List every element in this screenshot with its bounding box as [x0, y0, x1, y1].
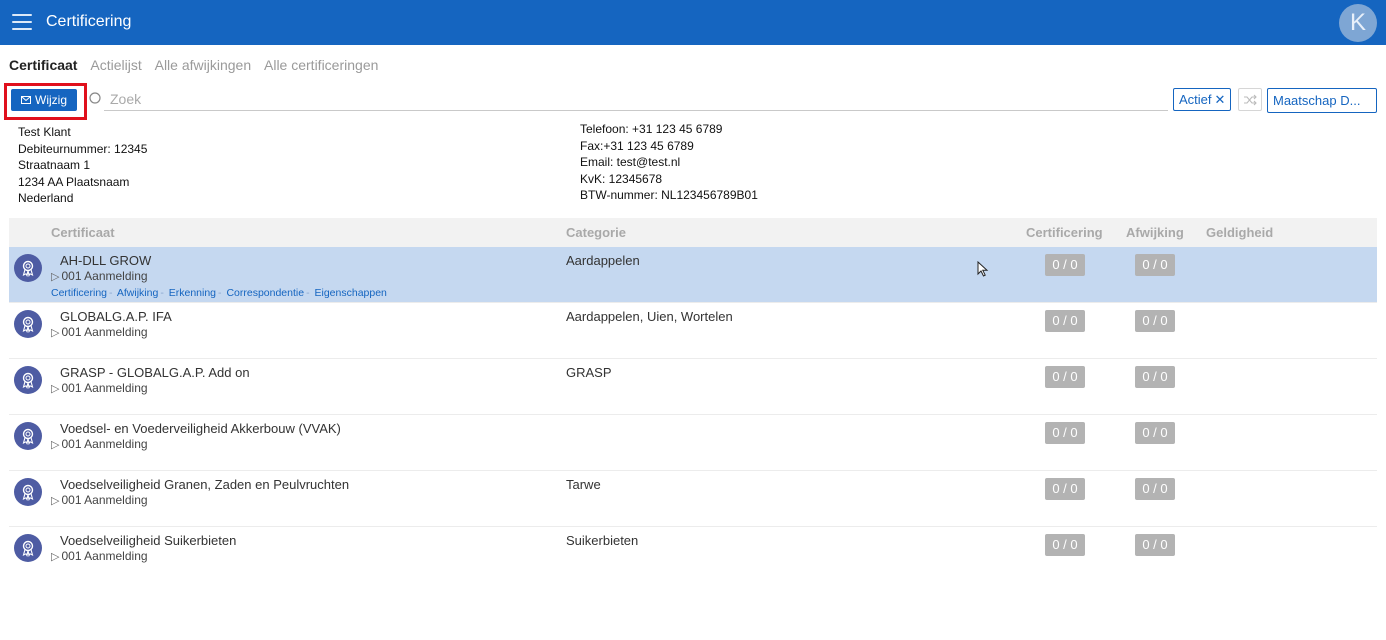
certificate-category: GRASP: [566, 365, 612, 380]
tab-alle-afwijkingen[interactable]: Alle afwijkingen: [155, 57, 252, 73]
shuffle-button[interactable]: [1238, 88, 1262, 111]
close-icon[interactable]: ✕: [1215, 92, 1226, 107]
certificate-status[interactable]: ▷ 001 Aanmelding: [51, 493, 148, 507]
table-row[interactable]: AH-DLL GROW ▷ 001 Aanmelding Aardappelen …: [9, 247, 1377, 303]
customer-debtor-number: Debiteurnummer: 12345: [18, 141, 148, 156]
certificering-count-badge: 0 / 0: [1045, 310, 1085, 332]
search-input[interactable]: [104, 88, 1168, 111]
play-icon: ▷: [51, 495, 60, 507]
certificate-status-label: 001 Aanmelding: [61, 381, 148, 395]
hamburger-icon[interactable]: [12, 14, 32, 30]
certificate-status-label: 001 Aanmelding: [61, 325, 148, 339]
play-icon: ▷: [51, 383, 60, 395]
certificate-name: GRASP - GLOBALG.A.P. Add on: [60, 365, 250, 380]
tab-bar: Certificaat Actielijst Alle afwijkingen …: [9, 57, 387, 73]
customer-street: Straatnaam 1: [18, 158, 91, 172]
certificate-name: GLOBALG.A.P. IFA: [60, 309, 172, 324]
afwijking-count-badge: 0 / 0: [1135, 310, 1175, 332]
search-icon: [89, 92, 101, 104]
certificate-status-label: 001 Aanmelding: [61, 269, 148, 283]
certificate-status-label: 001 Aanmelding: [61, 549, 148, 563]
column-header-geldigheid[interactable]: Geldigheid: [1206, 225, 1273, 240]
table-row[interactable]: Voedsel- en Voederveiligheid Akkerbouw (…: [9, 415, 1377, 471]
certificate-category: Aardappelen: [566, 253, 640, 268]
certificate-name: AH-DLL GROW: [60, 253, 152, 268]
link-eigenschappen[interactable]: Eigenschappen: [315, 287, 387, 299]
certificate-ribbon-icon: [14, 422, 42, 450]
table-row[interactable]: Voedselveiligheid Granen, Zaden en Peulv…: [9, 471, 1377, 527]
play-icon: ▷: [51, 327, 60, 339]
afwijking-count-badge: 0 / 0: [1135, 422, 1175, 444]
afwijking-count-badge: 0 / 0: [1135, 534, 1175, 556]
certificate-status[interactable]: ▷ 001 Aanmelding: [51, 549, 148, 563]
certificate-ribbon-icon: [14, 366, 42, 394]
afwijking-count-badge: 0 / 0: [1135, 254, 1175, 276]
column-header-certificering[interactable]: Certificering: [1026, 225, 1103, 240]
customer-email: Email: test@test.nl: [580, 155, 681, 169]
tab-actielijst[interactable]: Actielijst: [90, 57, 141, 73]
row-action-links: Certificering - Afwijking - Erkenning - Cor…: [51, 287, 387, 299]
app-title: Certificering: [46, 13, 132, 30]
certificate-status[interactable]: ▷ 001 Aanmelding: [51, 325, 148, 339]
tab-alle-certificeringen[interactable]: Alle certificeringen: [264, 57, 378, 73]
certificate-category: Suikerbieten: [566, 533, 639, 548]
table-row[interactable]: Voedselveiligheid Suikerbieten ▷ 001 Aanm…: [9, 527, 1377, 583]
link-correspondentie[interactable]: Correspondentie: [226, 287, 304, 299]
shuffle-icon: [1244, 94, 1257, 105]
customer-kvk: KvK: 12345678: [580, 171, 663, 186]
customer-fax: Fax:+31 123 45 6789: [580, 138, 694, 153]
certificate-ribbon-icon: [14, 310, 42, 338]
customer-country: Nederland: [18, 191, 74, 205]
mail-icon: [21, 96, 31, 104]
afwijking-count-badge: 0 / 0: [1135, 478, 1175, 500]
maatschap-select[interactable]: Maatschap D...: [1267, 88, 1377, 113]
link-certificering[interactable]: Certificering: [51, 287, 107, 299]
certificering-count-badge: 0 / 0: [1045, 366, 1085, 388]
certificate-ribbon-icon: [14, 534, 42, 562]
column-header-afwijking[interactable]: Afwijking: [1126, 225, 1184, 240]
play-icon: ▷: [51, 439, 60, 451]
filter-chip-actief[interactable]: Actief ✕: [1173, 88, 1232, 111]
edit-button[interactable]: Wijzig: [11, 89, 77, 111]
link-afwijking[interactable]: Afwijking: [117, 287, 158, 299]
table-row[interactable]: GLOBALG.A.P. IFA ▷ 001 Aanmelding Aardapp…: [9, 303, 1377, 359]
certificate-name: Voedselveiligheid Granen, Zaden en Peulv…: [60, 477, 350, 492]
certificate-status-label: 001 Aanmelding: [61, 493, 148, 507]
certificate-status-label: 001 Aanmelding: [61, 437, 148, 451]
customer-contact: Telefoon: +31 123 45 6789 Fax:+31 123 45…: [580, 121, 758, 204]
certificering-count-badge: 0 / 0: [1045, 478, 1085, 500]
avatar[interactable]: K: [1339, 4, 1377, 42]
tab-certificaat[interactable]: Certificaat: [9, 57, 77, 73]
certificate-category: Aardappelen, Uien, Wortelen: [566, 309, 733, 324]
certificate-name: Voedselveiligheid Suikerbieten: [60, 533, 237, 548]
customer-address: Test Klant Debiteurnummer: 12345 Straatn…: [18, 124, 147, 207]
certificering-count-badge: 0 / 0: [1045, 534, 1085, 556]
certificate-ribbon-icon: [14, 254, 42, 282]
customer-vat: BTW-nummer: NL123456789B01: [580, 188, 758, 202]
certificate-ribbon-icon: [14, 478, 42, 506]
customer-postal-city: 1234 AA Plaatsnaam: [18, 174, 130, 189]
certificering-count-badge: 0 / 0: [1045, 422, 1085, 444]
table-row[interactable]: GRASP - GLOBALG.A.P. Add on ▷ 001 Aanmeld…: [9, 359, 1377, 415]
certificate-status[interactable]: ▷ 001 Aanmelding: [51, 269, 148, 283]
link-erkenning[interactable]: Erkenning: [169, 287, 216, 299]
customer-phone: Telefoon: +31 123 45 6789: [580, 122, 723, 136]
customer-name: Test Klant: [18, 125, 71, 139]
certificate-name: Voedsel- en Voederveiligheid Akkerbouw (…: [60, 421, 341, 436]
certificering-count-badge: 0 / 0: [1045, 254, 1085, 276]
certificate-status[interactable]: ▷ 001 Aanmelding: [51, 381, 148, 395]
edit-button-label: Wijzig: [35, 93, 67, 107]
table-header: Certificaat Categorie Certificering Afwi…: [9, 218, 1377, 247]
play-icon: ▷: [51, 271, 60, 283]
certificate-category: Tarwe: [566, 477, 601, 492]
certificate-status[interactable]: ▷ 001 Aanmelding: [51, 437, 148, 451]
play-icon: ▷: [51, 551, 60, 563]
afwijking-count-badge: 0 / 0: [1135, 366, 1175, 388]
filter-chip-label: Actief: [1179, 92, 1212, 107]
column-header-categorie[interactable]: Categorie: [566, 225, 626, 240]
app-header: Certificering K: [0, 0, 1386, 45]
column-header-certificaat[interactable]: Certificaat: [51, 225, 115, 240]
mouse-cursor-icon: [977, 261, 989, 277]
